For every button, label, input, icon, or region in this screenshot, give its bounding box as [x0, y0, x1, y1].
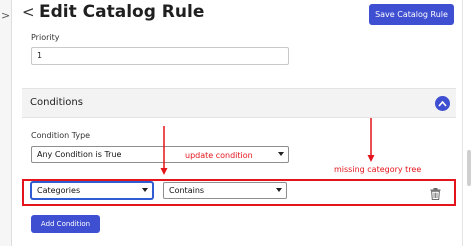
- arrowhead-update-condition: [160, 168, 168, 175]
- annotation-arrows: [160, 118, 375, 175]
- annotation-missing-category-tree: missing category tree: [334, 165, 422, 174]
- annotation-update-condition: update condition: [185, 151, 253, 160]
- arrowhead-missing-category-tree: [367, 155, 375, 162]
